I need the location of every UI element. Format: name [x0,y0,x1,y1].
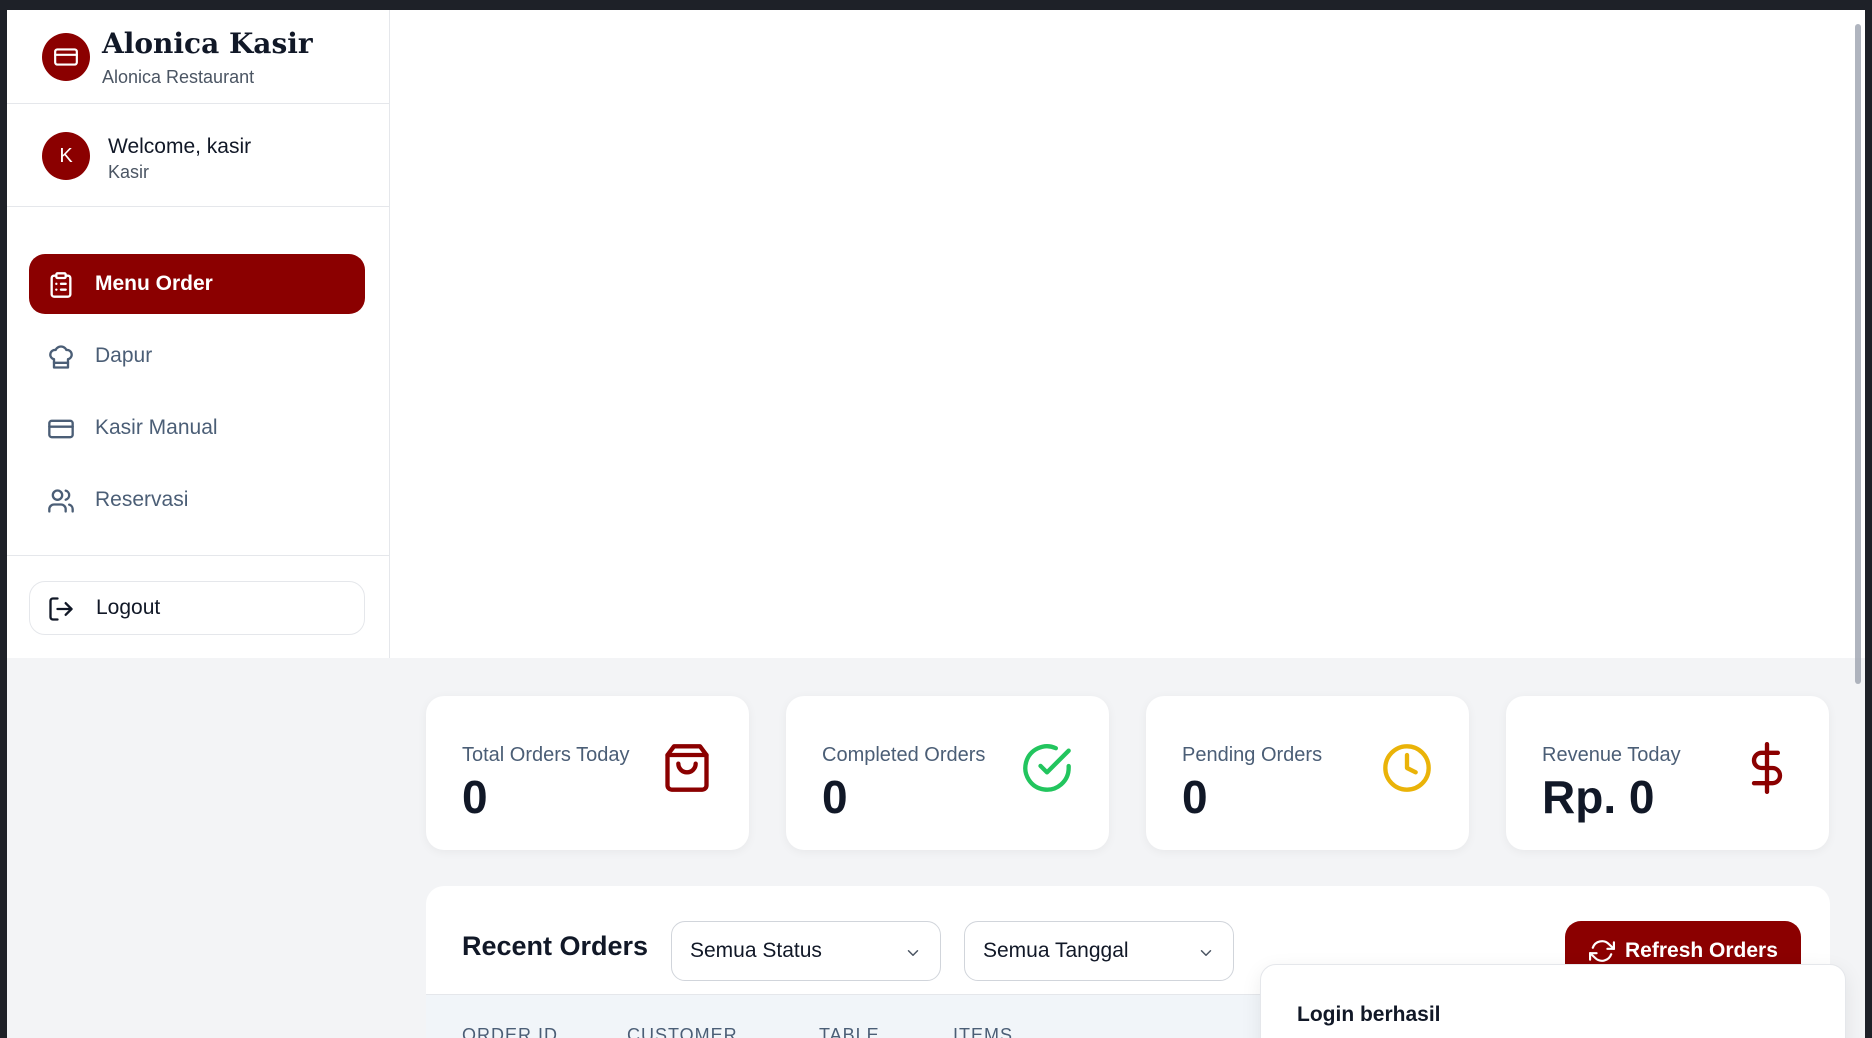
brand-subtitle: Alonica Restaurant [102,67,255,87]
sidebar-item-label: Kasir Manual [95,416,218,439]
stat-label: Total Orders Today [462,744,630,766]
avatar: K [42,132,90,180]
sidebar-item-label: Menu Order [95,272,213,295]
date-filter-select[interactable]: Semua Tanggal [964,921,1234,981]
toast-title: Login berhasil [1297,1003,1441,1026]
main-content-blank [390,10,1865,658]
stat-value: 0 [822,771,848,823]
refresh-orders-label: Refresh Orders [1625,939,1778,962]
column-header: ITEMS [953,1025,1014,1038]
credit-card-icon [42,33,90,81]
stat-label: Pending Orders [1182,744,1323,766]
logout-button[interactable]: Logout [29,581,365,635]
recent-orders-title: Recent Orders [462,931,649,961]
check-circle-icon [1023,744,1071,792]
chef-hat-icon [49,345,73,369]
stat-card-completed-orders: Completed Orders 0 [786,696,1109,850]
sidebar-item-dapur[interactable]: Dapur [29,326,365,386]
status-filter-select[interactable]: Semua Status [671,921,941,981]
status-filter-value: Semua Status [690,939,822,962]
brand-header: Alonica Kasir Alonica Restaurant [7,10,389,104]
user-panel: K Welcome, kasir Kasir [7,104,389,207]
refresh-icon [1589,940,1615,962]
sidebar: Alonica Kasir Alonica Restaurant K Welco… [7,10,390,658]
page-scrollbar[interactable] [1855,24,1861,684]
stat-card-total-orders: Total Orders Today 0 [426,696,749,850]
credit-card-icon [48,419,74,439]
stat-value: 0 [462,771,488,823]
stat-value: 0 [1182,771,1208,823]
column-header: TABLE [819,1025,880,1038]
users-icon [48,489,74,513]
chevron-down-icon [907,950,919,956]
toast-notification[interactable]: Login berhasil [1260,964,1846,1038]
clipboard-list-icon [50,272,72,298]
column-header: CUSTOMER [627,1025,738,1038]
shopping-bag-icon [665,744,709,792]
stat-card-pending-orders: Pending Orders 0 [1146,696,1469,850]
logout-label: Logout [96,596,161,619]
stat-label: Completed Orders [822,744,986,766]
chevron-down-icon [1200,950,1212,956]
sidebar-divider [7,555,390,556]
sidebar-item-reservasi[interactable]: Reservasi [29,470,365,530]
welcome-text: Welcome, kasir [108,135,252,158]
sidebar-item-label: Dapur [95,344,153,367]
sidebar-item-label: Reservasi [95,488,189,511]
user-role: Kasir [108,162,150,182]
app-frame: Alonica Kasir Alonica Restaurant K Welco… [7,10,1865,1038]
brand-title: Alonica Kasir [102,27,313,60]
date-filter-value: Semua Tanggal [983,939,1129,962]
stat-card-revenue-today: Revenue Today Rp. 0 [1506,696,1829,850]
stat-label: Revenue Today [1542,744,1681,766]
log-out-icon [49,597,73,621]
column-header: ORDER ID [462,1025,559,1038]
stat-value: Rp. 0 [1542,771,1655,823]
dollar-sign-icon [1751,742,1783,794]
clock-icon [1383,744,1431,792]
sidebar-item-menu-order[interactable]: Menu Order [29,254,365,314]
sidebar-item-kasir-manual[interactable]: Kasir Manual [29,398,365,458]
